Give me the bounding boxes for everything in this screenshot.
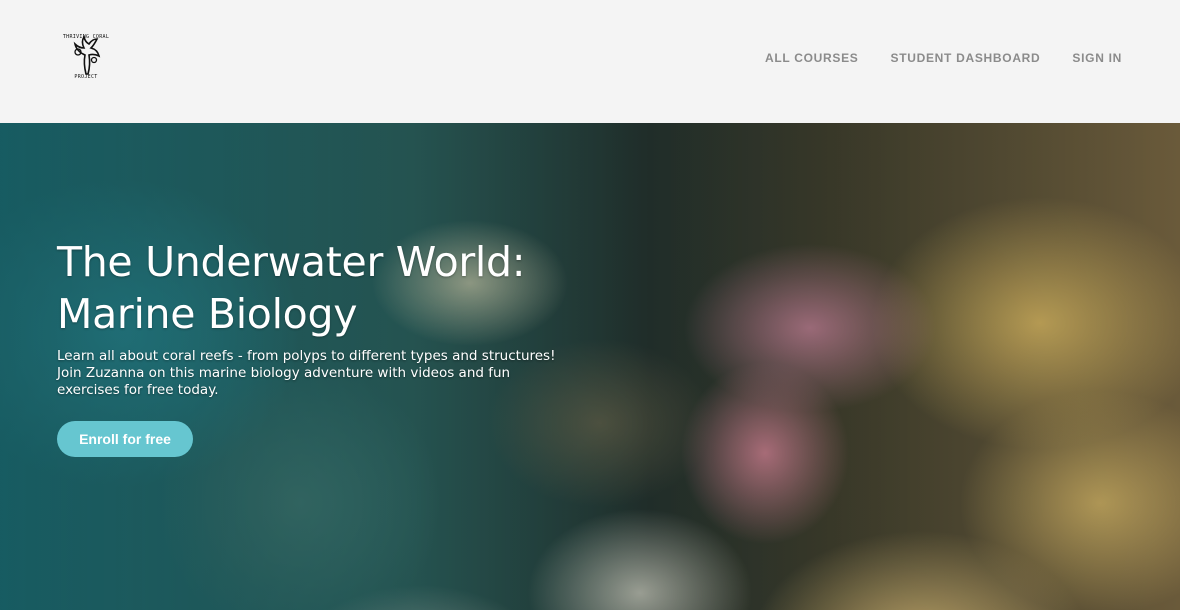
main-nav: ALL COURSES STUDENT DASHBOARD SIGN IN xyxy=(765,51,1122,65)
logo[interactable]: THRIVING CORAL PROJECT xyxy=(60,30,112,86)
hero-banner: The Underwater World: Marine Biology Lea… xyxy=(0,123,1180,610)
nav-student-dashboard[interactable]: STUDENT DASHBOARD xyxy=(891,51,1041,65)
nav-all-courses[interactable]: ALL COURSES xyxy=(765,51,859,65)
logo-top-text: THRIVING CORAL xyxy=(62,34,110,40)
enroll-button[interactable]: Enroll for free xyxy=(57,421,193,457)
hero-title-line1: The Underwater World: xyxy=(57,238,526,286)
site-header: THRIVING CORAL PROJECT ALL COURSES STUDE… xyxy=(0,0,1180,123)
nav-sign-in[interactable]: SIGN IN xyxy=(1072,51,1122,65)
hero-content: The Underwater World: Marine Biology Lea… xyxy=(57,236,597,457)
logo-bottom-text: PROJECT xyxy=(74,74,98,80)
hero-title: The Underwater World: Marine Biology xyxy=(57,236,597,340)
hero-description: Learn all about coral reefs - from polyp… xyxy=(57,348,556,398)
hero-title-line2: Marine Biology xyxy=(57,290,358,338)
